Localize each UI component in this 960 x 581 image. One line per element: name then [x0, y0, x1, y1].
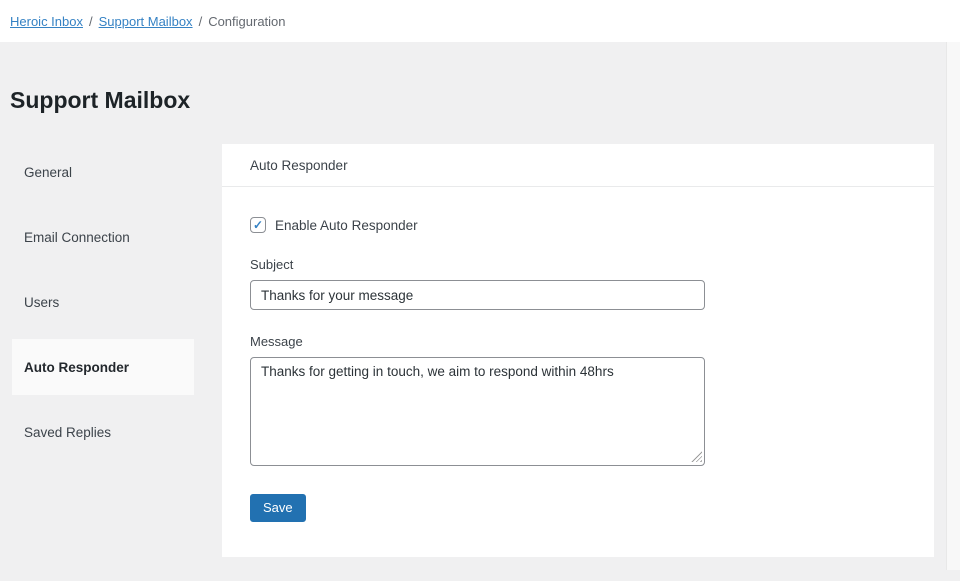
- panel-header: Auto Responder: [222, 144, 934, 187]
- check-icon: ✓: [253, 219, 263, 231]
- breadcrumb-bar: Heroic Inbox / Support Mailbox / Configu…: [0, 0, 960, 42]
- enable-auto-responder-row: ✓ Enable Auto Responder: [250, 217, 906, 233]
- configuration-layout: General Email Connection Users Auto Resp…: [0, 144, 960, 557]
- message-textarea[interactable]: Thanks for getting in touch, we aim to r…: [250, 357, 705, 466]
- save-button[interactable]: Save: [250, 494, 306, 522]
- page-title: Support Mailbox: [0, 42, 960, 115]
- breadcrumb: Heroic Inbox / Support Mailbox / Configu…: [10, 14, 286, 29]
- sidebar-item-auto-responder[interactable]: Auto Responder: [12, 339, 194, 395]
- subject-field-group: Subject: [250, 257, 906, 310]
- subject-input[interactable]: [250, 280, 705, 310]
- settings-sidebar: General Email Connection Users Auto Resp…: [0, 144, 222, 557]
- breadcrumb-link-support-mailbox[interactable]: Support Mailbox: [99, 14, 193, 29]
- enable-auto-responder-label: Enable Auto Responder: [275, 218, 418, 233]
- sidebar-item-saved-replies[interactable]: Saved Replies: [12, 404, 194, 460]
- subject-label: Subject: [250, 257, 906, 272]
- breadcrumb-separator: /: [199, 14, 203, 29]
- sidebar-item-general[interactable]: General: [12, 144, 194, 200]
- message-label: Message: [250, 334, 906, 349]
- sidebar-item-users[interactable]: Users: [12, 274, 194, 330]
- message-field-group: Message Thanks for getting in touch, we …: [250, 334, 906, 466]
- panel-title: Auto Responder: [250, 158, 348, 173]
- breadcrumb-link-heroic-inbox[interactable]: Heroic Inbox: [10, 14, 83, 29]
- sidebar-item-email-connection[interactable]: Email Connection: [12, 209, 194, 265]
- auto-responder-panel: Auto Responder ✓ Enable Auto Responder S…: [222, 144, 934, 557]
- breadcrumb-current-configuration: Configuration: [208, 14, 285, 29]
- enable-auto-responder-checkbox[interactable]: ✓: [250, 217, 266, 233]
- panel-body: ✓ Enable Auto Responder Subject Message …: [222, 187, 934, 552]
- breadcrumb-separator: /: [89, 14, 93, 29]
- message-textarea-wrap: Thanks for getting in touch, we aim to r…: [250, 357, 705, 466]
